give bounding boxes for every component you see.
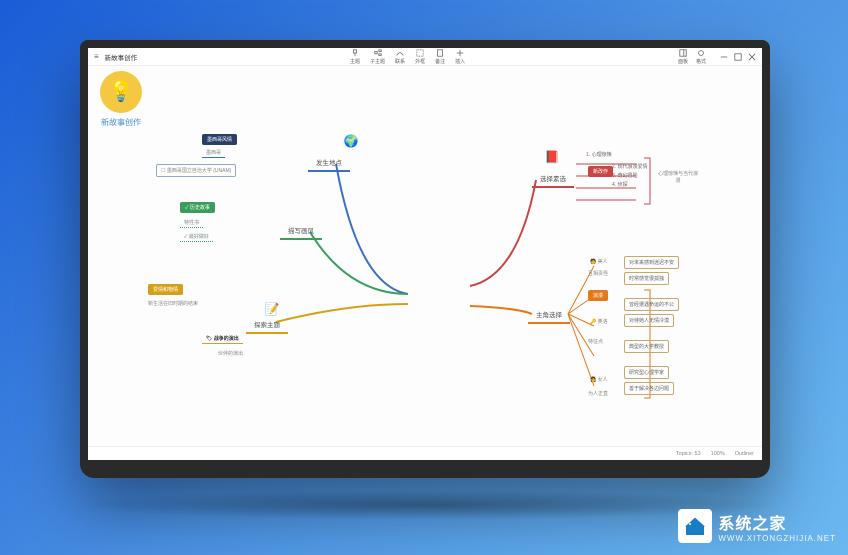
sub-mexico[interactable]: 墨西哥 [202,148,225,158]
watermark-name: 系统之家 [718,510,836,534]
toolbar-relation-button[interactable]: 联系 [395,49,405,65]
status-zoom[interactable]: 100% [711,451,725,457]
cat-huxiang[interactable]: 互相责怪 [588,270,608,277]
cat-meiren[interactable]: 🧑 美人 [590,258,608,265]
toolbar-panel-button[interactable]: 面板 [678,49,688,65]
book-list2: 2. 现代浪漫爱情 3. 奇幻冒险 4. 侦探 [612,162,648,189]
book-right[interactable]: 心理惊悚与当代浪漫 [656,170,700,184]
topic-book[interactable]: 选择素选 [532,170,574,188]
tag-book[interactable]: 新改作 [588,166,613,177]
toolbar-format-button[interactable]: 格式 [696,49,706,65]
char-detail-2[interactable]: 曾经遭遇命运的不公 [624,298,679,311]
watermark-url: WWW.XITONGZHIJIA.NET [718,534,836,543]
watermark-logo-icon [678,509,712,543]
tag-history[interactable]: ✓ 历史故事 [180,202,215,213]
book-item-2[interactable]: 2. 现代浪漫爱情 [612,162,648,171]
status-topics: Topics: 53 [676,451,701,457]
toolbar: 主题 子主题 联系 外框 备注 插入 [137,49,678,65]
char-detail-6[interactable]: 善于解决各边问题 [624,382,674,395]
topic-character[interactable]: 主角选择 [528,306,570,324]
sub-style-2[interactable]: ✓ 最好做好 [180,232,213,242]
laptop-shadow [70,490,780,520]
toolbar-note-button[interactable]: 备注 [435,49,445,65]
detail-unam[interactable]: ☐ 墨西哥国立自治大学 (UNAM) [156,164,236,177]
status-outliner[interactable]: Outliner [735,451,754,457]
app-window: ≡ 新故事创作 主题 子主题 联系 外框 备注 插入 面板 格式 💡 新故事创作… [88,48,762,460]
center-topic[interactable]: 💡 新故事创作 [88,66,154,132]
mindmap-canvas[interactable]: 💡 新故事创作 🌍 发生地点 墨西哥风情 墨西哥 ☐ 墨西哥国立自治大学 (UN… [88,66,762,446]
cat-weiren[interactable]: 为人正直 [588,390,608,397]
topic-location[interactable]: 发生地点 [308,154,350,172]
theme-bold[interactable]: 🏷 战争的演出 [202,334,243,344]
center-label: 新故事创作 [101,117,141,128]
char-detail-1[interactable]: 时常感觉很孤独 [624,272,669,285]
minimize-icon[interactable] [720,53,728,61]
char-detail-0[interactable]: 对未来感到迷迟不安 [624,256,679,269]
statusbar: Topics: 53 100% Outliner [88,446,762,460]
book-item-1[interactable]: 1. 心理惊悚 [586,150,612,159]
cat-nvren[interactable]: 👩 女人 [590,376,608,383]
laptop-frame: ≡ 新故事创作 主题 子主题 联系 外框 备注 插入 面板 格式 💡 新故事创作… [80,40,770,478]
topic-style[interactable]: 描写画风 [280,222,322,240]
titlebar: ≡ 新故事创作 主题 子主题 联系 外框 备注 插入 面板 格式 [88,48,762,66]
window-controls [720,53,756,61]
theme-sub[interactable]: 伙伴的演出 [218,350,243,357]
sub-style-1[interactable]: 特性书 [180,218,203,228]
watermark: 系统之家 WWW.XITONGZHIJIA.NET [678,509,836,543]
cat-tezhen[interactable]: 特征点 [588,338,603,345]
topic-theme[interactable]: 探索主题 [246,316,288,334]
tag-mexico-style[interactable]: 墨西哥风情 [202,134,237,145]
hamburger-icon[interactable]: ≡ [94,52,99,61]
book-icon: 📕 [543,148,561,166]
lightbulb-icon: 💡 [100,71,142,113]
cat-langman[interactable]: 浪漫 [588,290,608,301]
globe-icon: 🌍 [342,132,360,150]
book-list: 1. 心理惊悚 [586,150,612,159]
tag-love[interactable]: 爱情和物情 [148,284,183,295]
book-item-4[interactable]: 4. 侦探 [612,180,648,189]
maximize-icon[interactable] [734,53,742,61]
char-detail-4[interactable]: 典型的大学教授 [624,340,669,353]
window-title: 新故事创作 [105,52,138,62]
char-detail-5[interactable]: 研究型心理学家 [624,366,669,379]
toolbar-theme-button[interactable]: 主题 [350,49,360,65]
close-icon[interactable] [748,53,756,61]
toolbar-subtopic-button[interactable]: 子主题 [370,49,385,65]
book-item-3[interactable]: 3. 奇幻冒险 [612,171,648,180]
toolbar-boundary-button[interactable]: 外框 [415,49,425,65]
detail-theme[interactable]: 新生活在旧时期的结束 [148,300,198,307]
toolbar-insert-button[interactable]: 插入 [455,49,465,65]
char-detail-3[interactable]: 对待她人无情冷漠 [624,314,674,327]
cat-aoluo[interactable]: 🔑 奥洛 [590,318,608,325]
